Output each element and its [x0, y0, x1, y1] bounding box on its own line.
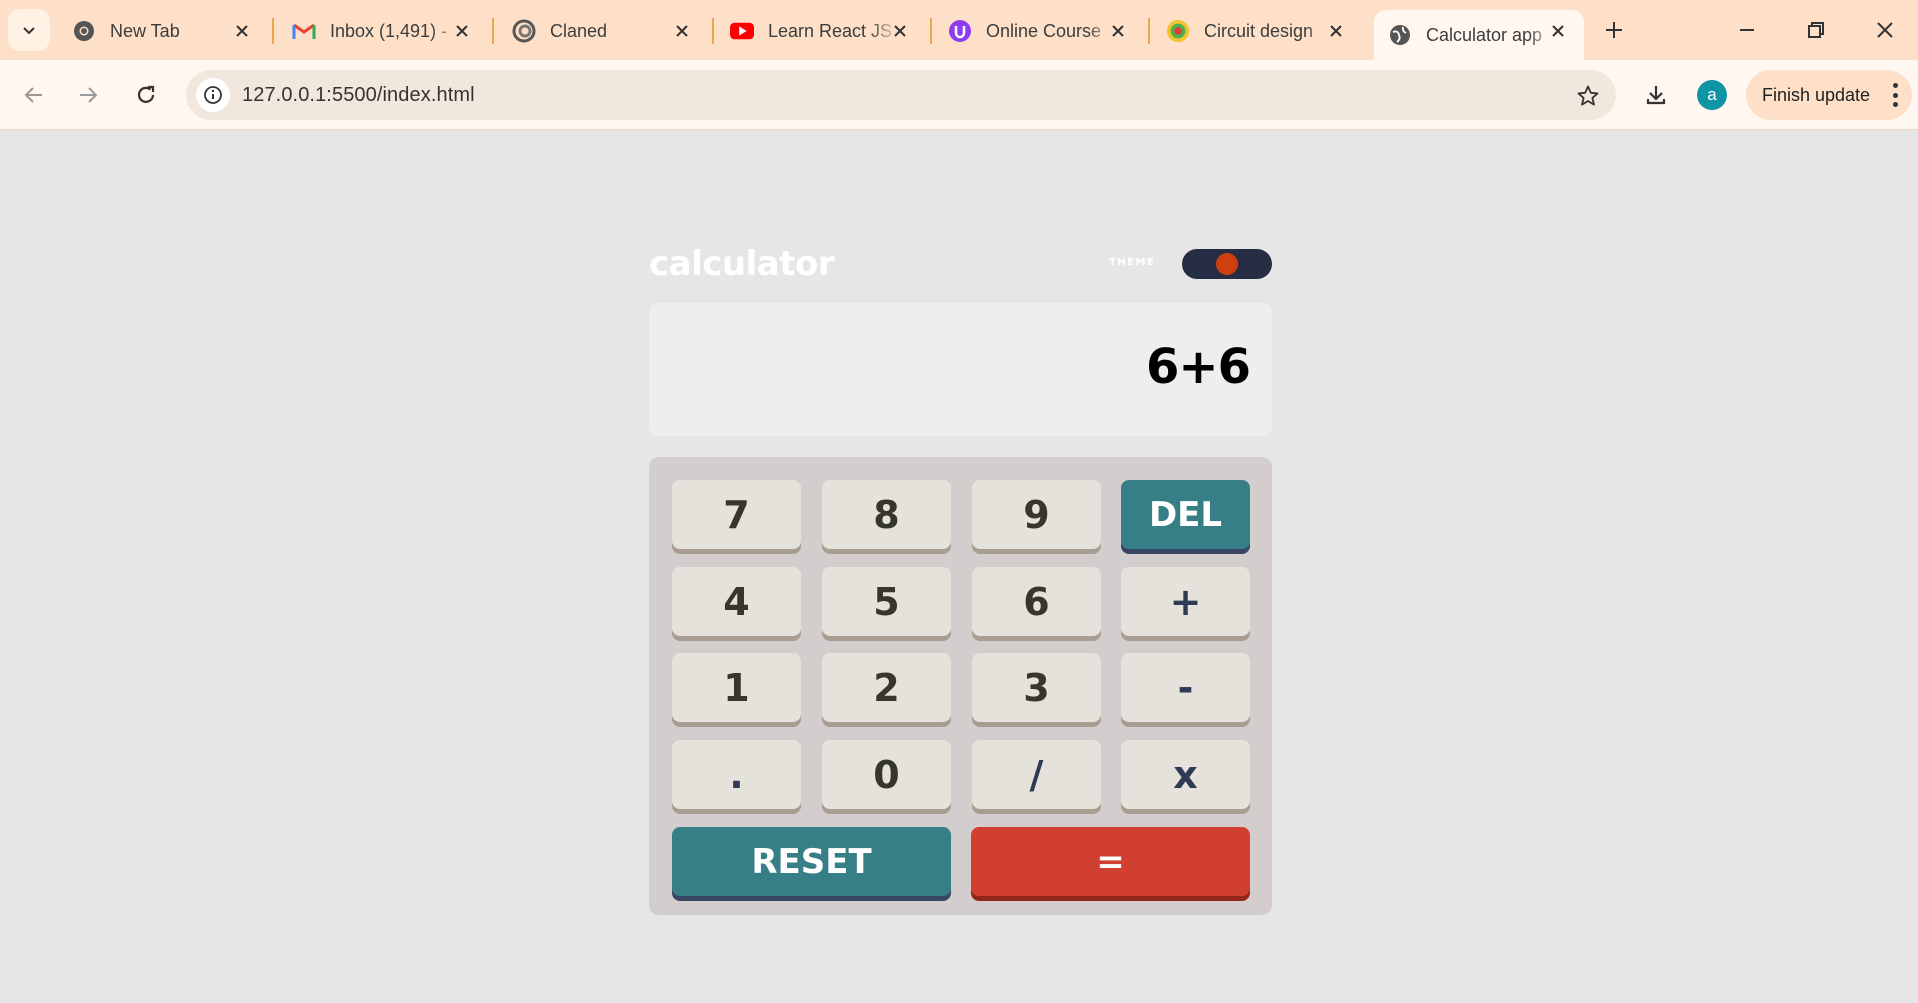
tab-new-tab[interactable]: New Tab [58, 10, 268, 52]
tab-strip: New Tab Inbox (1,491) - Claned Learn Rea… [0, 0, 1918, 60]
tab-online-course[interactable]: Online Course [934, 10, 1144, 52]
youtube-icon [730, 19, 754, 43]
tab-claned[interactable]: Claned [498, 10, 708, 52]
tab-search-button[interactable] [8, 9, 50, 51]
keypad: 7 8 9 DEL 4 5 6 + 1 2 3 - . 0 / x RESET … [649, 457, 1272, 915]
key-4[interactable]: 4 [672, 567, 801, 636]
close-icon[interactable] [1108, 21, 1128, 41]
more-menu-icon[interactable] [1892, 83, 1898, 107]
profile-avatar[interactable]: a [1697, 80, 1727, 110]
url-text[interactable]: 127.0.0.1:5500/index.html [242, 84, 475, 107]
reload-button[interactable] [126, 75, 166, 115]
plus-icon [1606, 22, 1622, 38]
arrow-left-icon [24, 87, 42, 103]
display-value: 6+6 [1145, 339, 1251, 395]
restore-button[interactable] [1793, 10, 1839, 50]
tab-separator [1148, 18, 1150, 44]
close-icon[interactable] [890, 21, 910, 41]
delete-button[interactable]: DEL [1121, 480, 1250, 549]
chevron-down-icon [23, 27, 35, 35]
key-5[interactable]: 5 [822, 567, 951, 636]
tab-youtube[interactable]: Learn React JS [716, 10, 926, 52]
tab-separator [712, 18, 714, 44]
tab-label: Learn React JS [768, 20, 893, 41]
close-icon[interactable] [1548, 21, 1568, 41]
tab-label: Calculator app [1426, 24, 1543, 45]
forward-button[interactable] [68, 75, 108, 115]
download-icon [1646, 86, 1666, 105]
claned-icon [512, 19, 536, 43]
tab-separator [492, 18, 494, 44]
key-6[interactable]: 6 [972, 567, 1101, 636]
browser-toolbar: 127.0.0.1:5500/index.html a Finish updat… [0, 60, 1918, 130]
theme-toggle[interactable] [1182, 249, 1272, 279]
calculator-app: calculator THEME 6+6 7 8 9 DEL 4 5 6 + 1… [649, 244, 1272, 915]
calculator-header: calculator THEME [649, 244, 1272, 284]
tab-calculator-app[interactable]: Calculator app [1374, 10, 1584, 60]
close-icon[interactable] [672, 21, 692, 41]
key-decimal[interactable]: . [672, 740, 801, 809]
address-bar[interactable]: 127.0.0.1:5500/index.html [186, 70, 1616, 120]
tab-gmail[interactable]: Inbox (1,491) - [278, 10, 488, 52]
key-8[interactable]: 8 [822, 480, 951, 549]
finish-update-button[interactable]: Finish update [1746, 70, 1912, 120]
close-icon[interactable] [232, 21, 252, 41]
bookmark-star-icon[interactable] [1574, 82, 1602, 110]
download-button[interactable] [1636, 75, 1676, 115]
globe-icon [1388, 23, 1412, 47]
avatar-initial: a [1707, 85, 1717, 104]
key-2[interactable]: 2 [822, 653, 951, 722]
app-title: calculator [649, 244, 835, 284]
tab-label: Inbox (1,491) - [330, 20, 448, 41]
key-7[interactable]: 7 [672, 480, 801, 549]
minimize-button[interactable] [1724, 10, 1770, 50]
finish-update-label: Finish update [1762, 84, 1871, 105]
minimize-icon [1740, 29, 1754, 31]
tab-separator [930, 18, 932, 44]
udemy-icon [948, 19, 972, 43]
restore-icon [1808, 22, 1824, 38]
tab-label: New Tab [110, 20, 180, 41]
reset-button[interactable]: RESET [672, 827, 951, 896]
key-0[interactable]: 0 [822, 740, 951, 809]
theme-label: THEME [1109, 257, 1156, 268]
arrow-right-icon [80, 87, 98, 103]
key-9[interactable]: 9 [972, 480, 1101, 549]
close-icon[interactable] [452, 21, 472, 41]
reload-icon [137, 85, 155, 103]
key-divide[interactable]: / [972, 740, 1101, 809]
equals-button[interactable]: = [971, 827, 1250, 896]
back-button[interactable] [14, 75, 54, 115]
circuit-icon [1166, 19, 1190, 43]
close-icon[interactable] [1326, 21, 1346, 41]
theme-toggle-knob[interactable] [1216, 253, 1238, 275]
tab-label: Circuit design [1204, 20, 1314, 41]
tab-separator [272, 18, 274, 44]
key-minus[interactable]: - [1121, 653, 1250, 722]
key-plus[interactable]: + [1121, 567, 1250, 636]
key-3[interactable]: 3 [972, 653, 1101, 722]
calculator-display: 6+6 [649, 303, 1272, 436]
tab-circuit-design[interactable]: Circuit design [1152, 10, 1362, 52]
close-window-button[interactable] [1862, 10, 1908, 50]
tab-label: Online Course [986, 20, 1102, 41]
gmail-icon [292, 19, 316, 43]
chrome-icon [72, 19, 96, 43]
close-icon [1877, 22, 1893, 38]
site-info-icon[interactable] [196, 78, 230, 112]
new-tab-button[interactable] [1598, 14, 1630, 46]
key-1[interactable]: 1 [672, 653, 801, 722]
tab-label: Claned [550, 20, 608, 41]
key-multiply[interactable]: x [1121, 740, 1250, 809]
